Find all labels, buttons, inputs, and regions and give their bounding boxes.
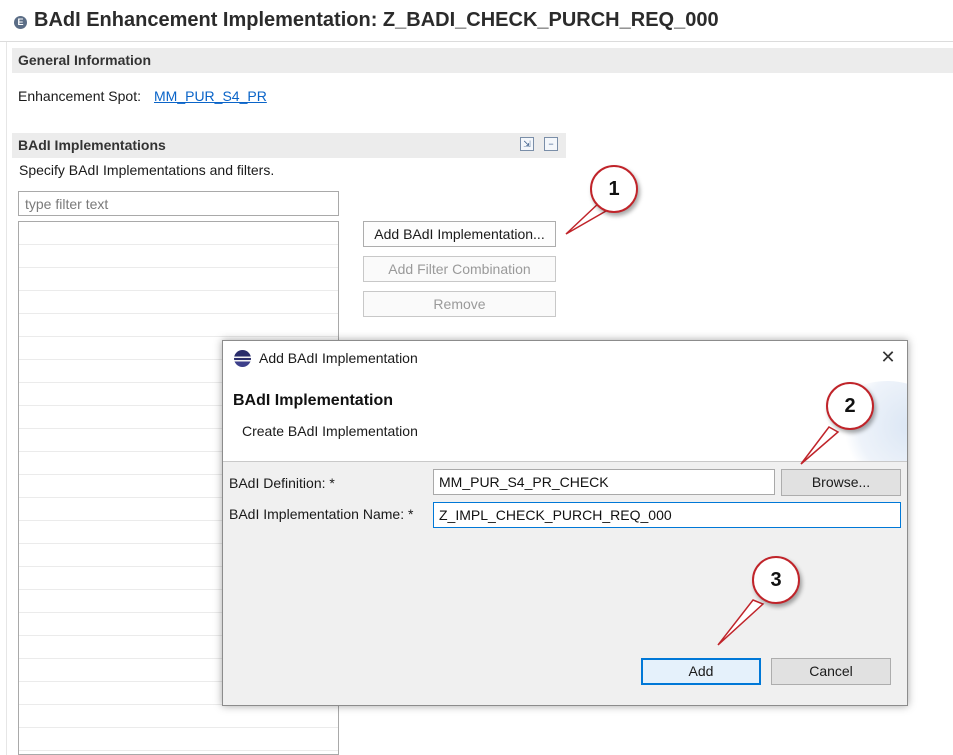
callout-2: 2 — [826, 382, 874, 430]
callout-3: 3 — [752, 556, 800, 604]
callout-2-pointer — [800, 426, 840, 465]
callout-1: 1 — [590, 165, 638, 213]
callout-3-pointer — [717, 599, 765, 646]
callout-arrows — [565, 200, 840, 646]
